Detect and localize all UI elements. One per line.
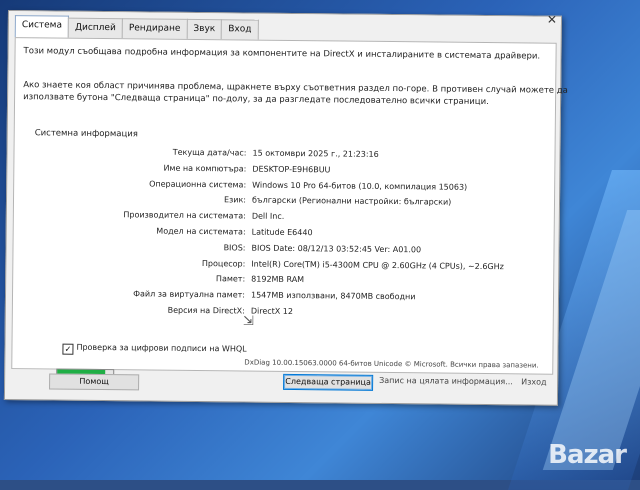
whql-checkbox[interactable]: ✓ — [62, 343, 74, 355]
hint-text-line2: използвате бутона "Следваща страница" по… — [23, 92, 489, 108]
info-label: Памет: — [215, 274, 246, 284]
tab-render[interactable]: Рендиране — [121, 18, 188, 39]
info-label: Език: — [223, 195, 247, 205]
info-value: 8192MB RAM — [251, 274, 305, 285]
info-value: BIOS Date: 08/12/13 03:52:45 Ver: A01.00 — [251, 243, 422, 255]
info-value: DirectX 12 — [250, 306, 294, 317]
info-label: Име на компютъра: — [163, 163, 247, 174]
info-value: 1547MB използвани, 8470MB свободни — [250, 290, 416, 302]
dxdiag-window: ✕ Система Дисплей Рендиране Звук Вход То… — [3, 10, 568, 406]
mouse-cursor-icon: ⇲ — [243, 314, 254, 329]
info-label: Текуща дата/час: — [172, 147, 247, 158]
info-label: Производител на системата: — [123, 210, 246, 221]
help-button[interactable]: Помощ — [49, 373, 140, 391]
section-title: Системна информация — [34, 128, 138, 140]
tab-strip: Система Дисплей Рендиране Звук Вход — [14, 15, 259, 40]
info-label: Версия на DirectX: — [167, 305, 245, 316]
info-label: Операционна система: — [149, 179, 247, 190]
watermark-logo: Bazar — [548, 440, 627, 470]
info-label: BIOS: — [223, 243, 246, 253]
info-value: Windows 10 Pro 64-битов (10.0, компилаци… — [252, 180, 468, 192]
info-value: Latitude E6440 — [251, 227, 313, 238]
system-panel: Този модул съобщава подробна информация … — [11, 37, 568, 382]
system-info-list: Текуща дата/час: 15 октомври 2025 г., 21:… — [16, 38, 556, 316]
save-all-button[interactable]: Запис на цялата информация... — [379, 376, 513, 386]
next-page-button[interactable]: Следваща страница — [283, 373, 374, 391]
tab-input[interactable]: Вход — [221, 19, 259, 40]
info-value: Intel(R) Core(TM) i5-4300M CPU @ 2.60GHz… — [251, 259, 504, 271]
info-label: Файл за виртуална памет: — [133, 289, 246, 300]
intro-text: Този модул съобщава подробна информация … — [23, 46, 541, 62]
info-value: Dell Inc. — [251, 211, 285, 222]
tab-display[interactable]: Дисплей — [67, 17, 123, 39]
tab-system[interactable]: Система — [14, 15, 70, 38]
tab-sound[interactable]: Звук — [186, 18, 223, 40]
info-label: Модел на системата: — [156, 226, 246, 237]
info-value: български (Регионални настройки: българс… — [251, 195, 452, 208]
close-icon[interactable]: ✕ — [547, 13, 557, 27]
version-footer: DxDiag 10.00.15063.0000 64-битов Unicode… — [244, 358, 539, 370]
exit-button[interactable]: Изход — [521, 377, 546, 386]
info-value: DESKTOP-E9H6BUU — [252, 164, 331, 175]
whql-label: Проверка за цифрови подписи на WHQL — [76, 342, 247, 354]
info-value: 15 октомври 2025 г., 21:23:16 — [252, 148, 379, 159]
info-label: Процесор: — [201, 258, 246, 269]
